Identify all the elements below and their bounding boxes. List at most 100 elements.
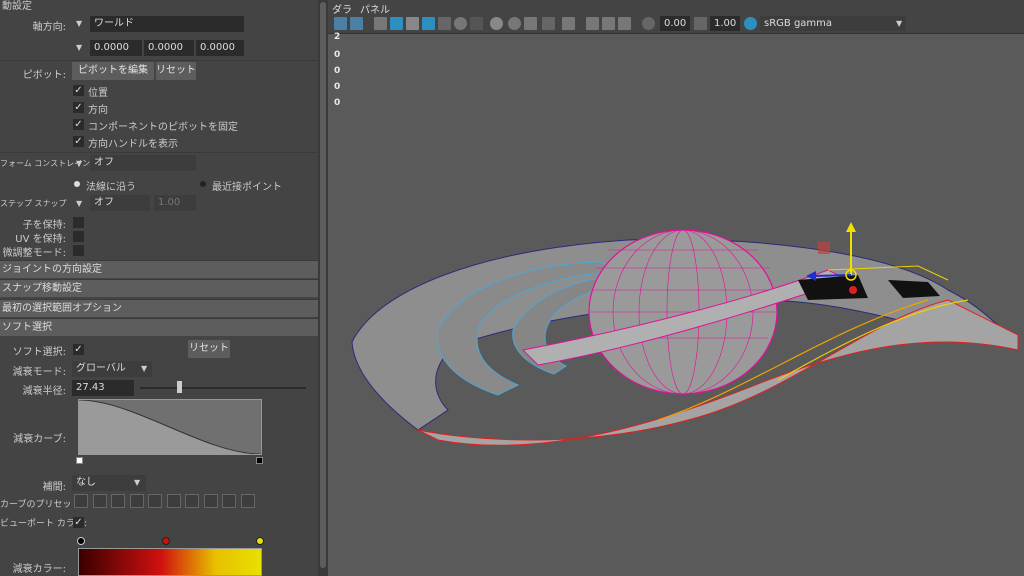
manipulator-center-icon[interactable] [845, 269, 857, 281]
coord-z-field[interactable]: 0.0000 [196, 40, 244, 56]
manipulator-z-arrow-icon[interactable] [806, 271, 816, 281]
curve-preset-icon[interactable] [240, 494, 255, 508]
hud-value: 0 [334, 82, 341, 92]
lights-icon[interactable] [454, 17, 467, 30]
soft-select-checkbox[interactable]: ✓ [73, 344, 84, 355]
manipulator-z-axis[interactable] [812, 274, 852, 277]
section-snap-move[interactable]: スナップ移動設定 [0, 279, 318, 297]
reset-pivot-button[interactable]: リセット [156, 62, 196, 80]
transform-constraint-dropdown[interactable]: オフ [90, 155, 196, 171]
inner-ring-mesh [512, 275, 630, 375]
wireframe-icon[interactable] [374, 17, 387, 30]
falloff-radius-label: 減衰半径: [22, 386, 66, 397]
chevron-down-icon[interactable]: ▼ [134, 478, 140, 487]
colorspace-dropdown[interactable]: sRGB gamma [760, 16, 906, 31]
falloff-mode-label: 減衰モード: [12, 367, 66, 378]
curve-preset-icon[interactable] [203, 494, 218, 508]
curve-preset-icon[interactable] [92, 494, 107, 508]
manipulator-y-arrow-icon[interactable] [846, 222, 856, 232]
camera-attr-icon[interactable] [350, 17, 363, 30]
step-snap-dropdown[interactable]: オフ [90, 195, 150, 211]
color-management-icon[interactable] [744, 17, 757, 30]
textured-icon[interactable] [422, 17, 435, 30]
curve-preset-icon[interactable] [185, 494, 199, 508]
chevron-down-icon[interactable]: ▼ [76, 199, 82, 208]
keep-uv-checkbox[interactable] [73, 231, 84, 242]
hud-value: 0 [334, 66, 341, 76]
viewport-menubar: ダラ パネル [328, 0, 1024, 16]
exposure-icon[interactable] [642, 17, 655, 30]
edit-pivot-button[interactable]: ピボットを編集 [72, 62, 154, 80]
axis-label: 軸方向: [32, 22, 66, 33]
section-joint-orient[interactable]: ジョイントの方向設定 [0, 260, 318, 278]
step-snap-value[interactable]: 1.00 [154, 195, 196, 211]
manipulator-plane-icon[interactable] [818, 242, 830, 254]
smooth-shade-icon[interactable] [390, 17, 403, 30]
chevron-down-icon[interactable]: ▼ [76, 19, 82, 28]
wireframe-on-shaded-icon[interactable] [406, 17, 419, 30]
panel-scrollbar[interactable] [318, 0, 328, 576]
chevron-down-icon[interactable]: ▼ [76, 159, 82, 168]
chevron-down-icon[interactable]: ▼ [896, 19, 902, 28]
curve-preset-icon[interactable] [222, 494, 236, 508]
axis-dropdown[interactable]: ワールド [90, 16, 244, 32]
pivot-orient-checkbox[interactable]: ✓ [73, 102, 84, 113]
dark-face [888, 280, 940, 298]
pivot-position-checkbox[interactable]: ✓ [73, 85, 84, 96]
falloff-radius-slider-track[interactable] [140, 387, 306, 389]
gamma-icon[interactable] [694, 17, 707, 30]
hud-value: 0 [334, 98, 341, 108]
anti-alias-icon[interactable] [524, 17, 537, 30]
xray-joints-icon[interactable] [602, 17, 615, 30]
nearest-point-label: 最近接ポイント [212, 182, 282, 193]
radio-selected-icon[interactable] [74, 181, 80, 187]
chevron-down-icon[interactable]: ▼ [141, 364, 147, 373]
curve-preset-icon[interactable] [129, 494, 144, 508]
curve-presets-label: カーブのプリセット: [0, 500, 84, 510]
curve-preset-icon[interactable] [148, 494, 162, 508]
radio-unselected-icon[interactable] [200, 181, 206, 187]
falloff-radius-slider-handle[interactable] [176, 381, 182, 393]
manipulator-x-handle-icon[interactable] [849, 286, 857, 294]
section-select-options[interactable]: 最初の選択範囲オプション [0, 299, 318, 317]
keep-children-checkbox[interactable] [73, 217, 84, 228]
coord-x-field[interactable]: 0.0000 [90, 40, 142, 56]
falloff-radius-field[interactable]: 27.43 [72, 380, 134, 396]
pivot-label: ピボット: [22, 70, 66, 81]
ao-icon[interactable] [490, 17, 503, 30]
pin-component-pivot-checkbox[interactable]: ✓ [73, 119, 84, 130]
xray-icon[interactable] [586, 17, 599, 30]
falloff-mode-dropdown[interactable]: グローバル [72, 361, 152, 377]
divider [0, 60, 318, 61]
color-key-yellow-icon[interactable] [256, 537, 264, 545]
tweak-mode-checkbox[interactable] [73, 245, 84, 256]
scrollbar-thumb[interactable] [320, 2, 326, 568]
3d-scene [351, 222, 1019, 446]
dof-icon[interactable] [542, 17, 555, 30]
color-key-red-icon[interactable] [162, 537, 170, 545]
viewport-color-checkbox[interactable]: ✓ [73, 517, 84, 528]
curve-key-start-icon[interactable] [76, 457, 83, 464]
curve-preset-icon[interactable] [74, 494, 88, 508]
xray-components-icon[interactable] [618, 17, 631, 30]
chevron-down-icon[interactable]: ▼ [76, 43, 82, 52]
shadows-icon[interactable] [470, 17, 483, 30]
gamma-field[interactable]: 1.00 [710, 16, 740, 31]
show-orient-handle-checkbox[interactable]: ✓ [73, 136, 84, 147]
falloff-curve-graph[interactable] [78, 399, 262, 455]
divider [0, 152, 318, 153]
curve-preset-icon[interactable] [111, 494, 125, 508]
falloff-color-ramp[interactable] [78, 548, 262, 576]
section-soft-select[interactable]: ソフト選択 [0, 318, 318, 336]
curve-preset-icon[interactable] [166, 494, 181, 508]
color-key-black-icon[interactable] [77, 537, 85, 545]
motion-blur-icon[interactable] [508, 17, 521, 30]
exposure-field[interactable]: 0.00 [660, 16, 690, 31]
curve-key-end-icon[interactable] [256, 457, 263, 464]
camera-select-icon[interactable] [334, 17, 347, 30]
coord-y-field[interactable]: 0.0000 [144, 40, 194, 56]
checker-icon[interactable] [438, 17, 451, 30]
soft-reset-button[interactable]: リセット [188, 340, 230, 358]
isolate-select-icon[interactable] [562, 17, 575, 30]
sphere-mesh [588, 229, 778, 395]
